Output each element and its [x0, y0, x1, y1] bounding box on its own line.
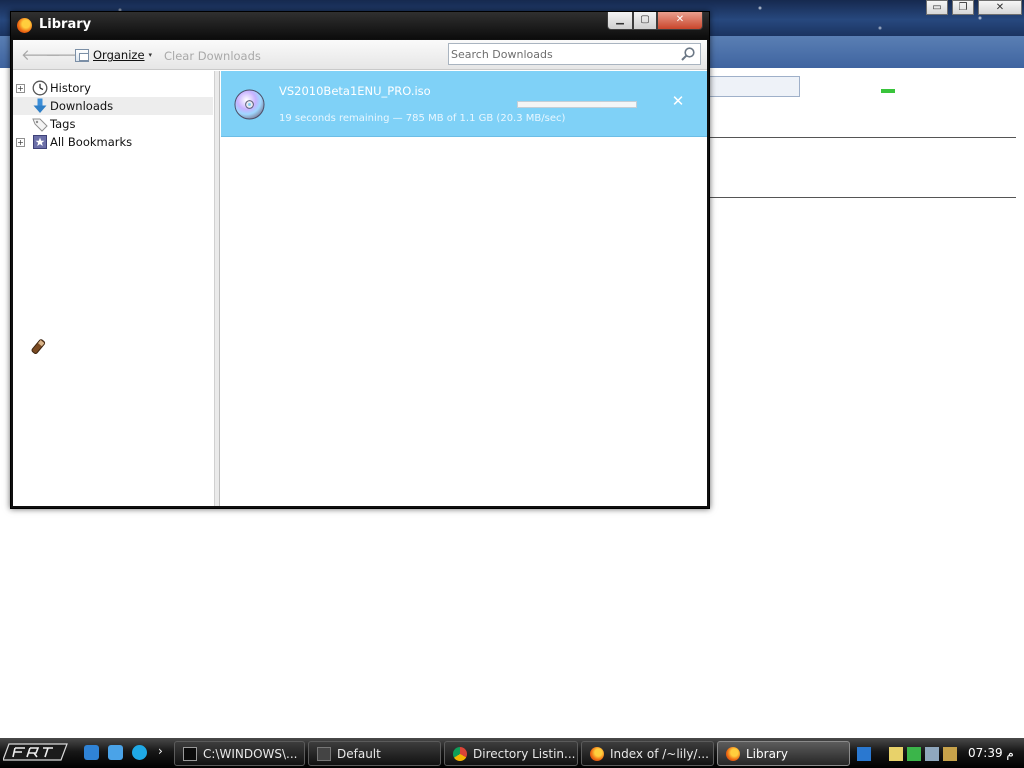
search-icon[interactable] — [680, 46, 696, 62]
browser-close-button[interactable]: ✕ — [978, 0, 1022, 15]
window-controls: ▁ ▢ ✕ — [607, 12, 707, 32]
expand-icon[interactable]: + — [16, 84, 25, 93]
browser-minimize-button[interactable]: ▭ — [926, 0, 948, 15]
taskbar-button-library[interactable]: Library — [717, 741, 850, 766]
bookmark-star-icon[interactable]: ☆ — [810, 76, 834, 98]
download-indicator[interactable]: 19s — [876, 76, 900, 96]
downloads-list: VS2010Beta1ENU_PRO.iso 19 seconds remain… — [221, 71, 707, 506]
sidebar-item-label: All Bookmarks — [50, 135, 133, 149]
language-icon[interactable] — [857, 747, 871, 761]
forward-arrow-icon[interactable]: 🡒 — [45, 46, 85, 64]
library-client-area: 🡐 🡒 Organize ▾ Clear Downloads + — [13, 40, 707, 506]
download-progress-bar — [517, 101, 637, 108]
firefox-icon — [17, 18, 32, 33]
start-button[interactable] — [3, 741, 69, 763]
window-title: Library — [39, 17, 92, 32]
tag-icon — [32, 118, 48, 132]
tray-wand-icon[interactable] — [943, 747, 957, 761]
organize-button[interactable]: Organize ▾ — [75, 45, 152, 65]
sidebar-item-downloads[interactable]: Downloads — [13, 97, 213, 115]
cancel-download-button[interactable]: ✕ — [669, 92, 687, 110]
library-sidebar: + History Downloads Tags + All Bookmarks — [13, 71, 215, 506]
sidebar-item-history[interactable]: + History — [13, 79, 213, 97]
library-titlebar[interactable]: Library ▁ ▢ ✕ — [11, 12, 709, 39]
firefox-icon — [726, 746, 740, 761]
quicklaunch-icon[interactable] — [84, 745, 99, 760]
back-arrow-icon[interactable]: 🡐 — [21, 46, 61, 64]
chrome-icon — [453, 746, 467, 761]
taskbar: › C:\WINDOWS\... Default Directory Listi… — [0, 738, 1024, 768]
taskbar-button-label: Index of /~lily/... — [610, 746, 709, 761]
taskbar-button-default[interactable]: Default — [308, 741, 441, 766]
download-progress-fill — [518, 102, 601, 107]
taskbar-button-index-of[interactable]: Index of /~lily/... — [581, 741, 714, 766]
tray-volume-icon[interactable] — [925, 747, 939, 761]
minimize-button[interactable]: ▁ — [607, 12, 633, 30]
organize-label: Organize — [93, 48, 145, 62]
download-indicator-bar — [881, 89, 895, 93]
quicklaunch-chevron-icon[interactable]: › — [158, 744, 163, 758]
library-window: Library ▁ ▢ ✕ 🡐 🡒 Organize ▾ Clear Downl… — [10, 11, 710, 509]
clock[interactable]: 07:39 م — [968, 746, 1014, 760]
search-box[interactable] — [448, 43, 701, 65]
expand-icon[interactable]: + — [16, 138, 25, 147]
firefox-icon — [590, 746, 604, 761]
cmd-icon — [183, 746, 197, 761]
bookmarks-star-icon — [33, 135, 47, 149]
search-input[interactable] — [451, 46, 676, 62]
pane-splitter[interactable] — [215, 71, 220, 506]
close-button[interactable]: ✕ — [657, 12, 703, 30]
organize-icon — [75, 48, 89, 62]
taskbar-button-directory-listing[interactable]: Directory Listin... — [444, 741, 578, 766]
taskbar-button-label: C:\WINDOWS\... — [203, 746, 298, 761]
download-item[interactable]: VS2010Beta1ENU_PRO.iso 19 seconds remain… — [221, 71, 707, 137]
browser-restore-button[interactable]: ❐ — [952, 0, 974, 15]
clock-icon — [32, 80, 48, 96]
download-filename: VS2010Beta1ENU_PRO.iso — [279, 84, 431, 98]
disc-icon — [234, 89, 265, 120]
sidebar-item-label: History — [50, 81, 91, 95]
pocket-icon[interactable]: ⛉ — [949, 76, 973, 98]
tray-folder-icon[interactable] — [889, 747, 903, 761]
home-icon[interactable]: ⌂ — [912, 76, 936, 98]
system-tray — [855, 743, 965, 765]
quicklaunch-icon[interactable] — [108, 745, 123, 760]
download-indicator-label: 19s — [880, 76, 896, 85]
download-status: 19 seconds remaining — 785 MB of 1.1 GB … — [279, 113, 566, 124]
taskbar-button-label: Library — [746, 746, 788, 761]
hamburger-menu-icon[interactable]: ☰ — [990, 76, 1014, 98]
reading-list-icon[interactable]: ▤ — [841, 76, 865, 98]
cursor-icon — [31, 339, 46, 354]
sidebar-item-label: Downloads — [50, 99, 114, 113]
clear-downloads-button[interactable]: Clear Downloads — [164, 49, 261, 63]
maximize-button[interactable]: ▢ — [633, 12, 657, 30]
page-divider — [710, 137, 1016, 138]
download-arrow-icon — [33, 98, 47, 113]
window-icon — [317, 746, 331, 761]
sidebar-item-label: Tags — [50, 117, 76, 131]
tray-network-icon[interactable] — [907, 747, 921, 761]
sidebar-item-all-bookmarks[interactable]: + All Bookmarks — [13, 133, 213, 151]
page-divider — [710, 197, 1016, 198]
taskbar-button-label: Directory Listin... — [473, 746, 576, 761]
taskbar-button-label: Default — [337, 746, 381, 761]
quicklaunch-icon[interactable] — [132, 745, 147, 760]
chevron-down-icon: ▾ — [148, 51, 153, 59]
browser-url-bar[interactable] — [705, 76, 800, 97]
taskbar-button-cmd[interactable]: C:\WINDOWS\... — [174, 741, 305, 766]
library-toolbar: 🡐 🡒 Organize ▾ Clear Downloads — [13, 40, 707, 70]
sidebar-item-tags[interactable]: Tags — [13, 115, 213, 133]
